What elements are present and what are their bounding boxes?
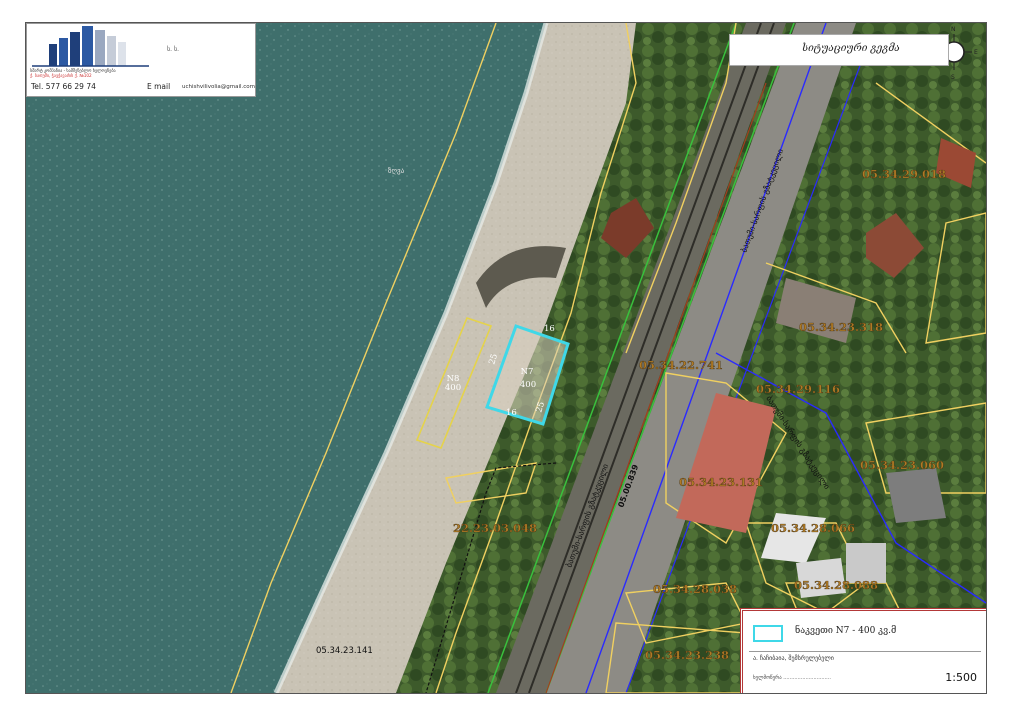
- company-header: ს. ს. სმარტ კომპანია - სამშენებლო ხელოვნ…: [26, 23, 256, 97]
- parcel-label-2: 05.34.23.318: [799, 320, 883, 334]
- compass-s: S: [951, 74, 955, 81]
- parcel-label-3: 05.34.22.741: [639, 358, 723, 372]
- plot-area: 400: [520, 380, 536, 390]
- parcel-label-8: 22.23.03.048: [453, 521, 537, 535]
- email-label: E mail: [147, 82, 171, 91]
- candidate-plot-label-2: 400: [445, 383, 461, 393]
- map-canvas[interactable]: N8 400 N7 400 16 25 16 25 ზღვა ბათუმი-სა…: [26, 23, 986, 693]
- legend-swatch: [753, 625, 783, 642]
- legend-author: ა. ჩაჩიბაია, შემსრულებელი: [753, 655, 834, 662]
- plot-dim-top: 16: [544, 324, 555, 334]
- parcel-label-1: 05.34.29.018: [862, 167, 946, 181]
- sea-label: ზღვა: [388, 167, 405, 175]
- parcel-label-7: 05.34.28.066: [771, 521, 855, 535]
- header-corner-text: ს. ს.: [167, 46, 179, 53]
- parcel-label-5: 05.34.23.060: [860, 458, 944, 472]
- company-line-2: ქ. ბათუმი, ჭავჭავაძის ქ. №102: [30, 73, 92, 78]
- legend-divider: [749, 651, 981, 652]
- parcel-label-6: 05.34.23.131: [679, 475, 763, 489]
- building-6: [886, 468, 946, 523]
- company-logo: [32, 26, 149, 67]
- map-title-box: სიტუაციური გეგმა: [729, 34, 949, 66]
- legend-box: ნაკვეთი N7 - 400 კვ.მ ა. ჩაჩიბაია, შემსრ…: [740, 608, 986, 693]
- compass-n: N: [951, 26, 956, 33]
- legend-item: ნაკვეთი N7 - 400 კვ.მ: [795, 626, 897, 636]
- plot-dim-bottom: 16: [506, 408, 517, 418]
- company-email[interactable]: uchishvilivolia@gmail.com: [182, 84, 255, 90]
- building-9: [846, 543, 886, 583]
- map-frame[interactable]: N8 400 N7 400 16 25 16 25 ზღვა ბათუმი-სა…: [25, 22, 987, 694]
- legend-signature: ხელმოწერა ..............................: [753, 675, 831, 681]
- map-scale: 1:500: [945, 671, 977, 684]
- compass-e: E: [974, 49, 978, 56]
- parcel-label-4: 05.34.29.116: [756, 382, 840, 396]
- parcel-label-9: 05.34.28.038: [653, 582, 737, 596]
- parcel-label-11: 05.34.23.238: [645, 648, 729, 662]
- company-address: სმარტ კომპანია - სამშენებლო ხელოვნება ქ.…: [30, 68, 158, 78]
- company-phone: Tel. 577 66 29 74: [31, 82, 96, 91]
- parcel-label-12: 05.34.23.141: [316, 646, 373, 656]
- map-title: სიტუაციური გეგმა: [802, 43, 900, 54]
- plot-id: N7: [521, 367, 534, 377]
- parcel-label-10: 05.34.28.088: [794, 578, 878, 592]
